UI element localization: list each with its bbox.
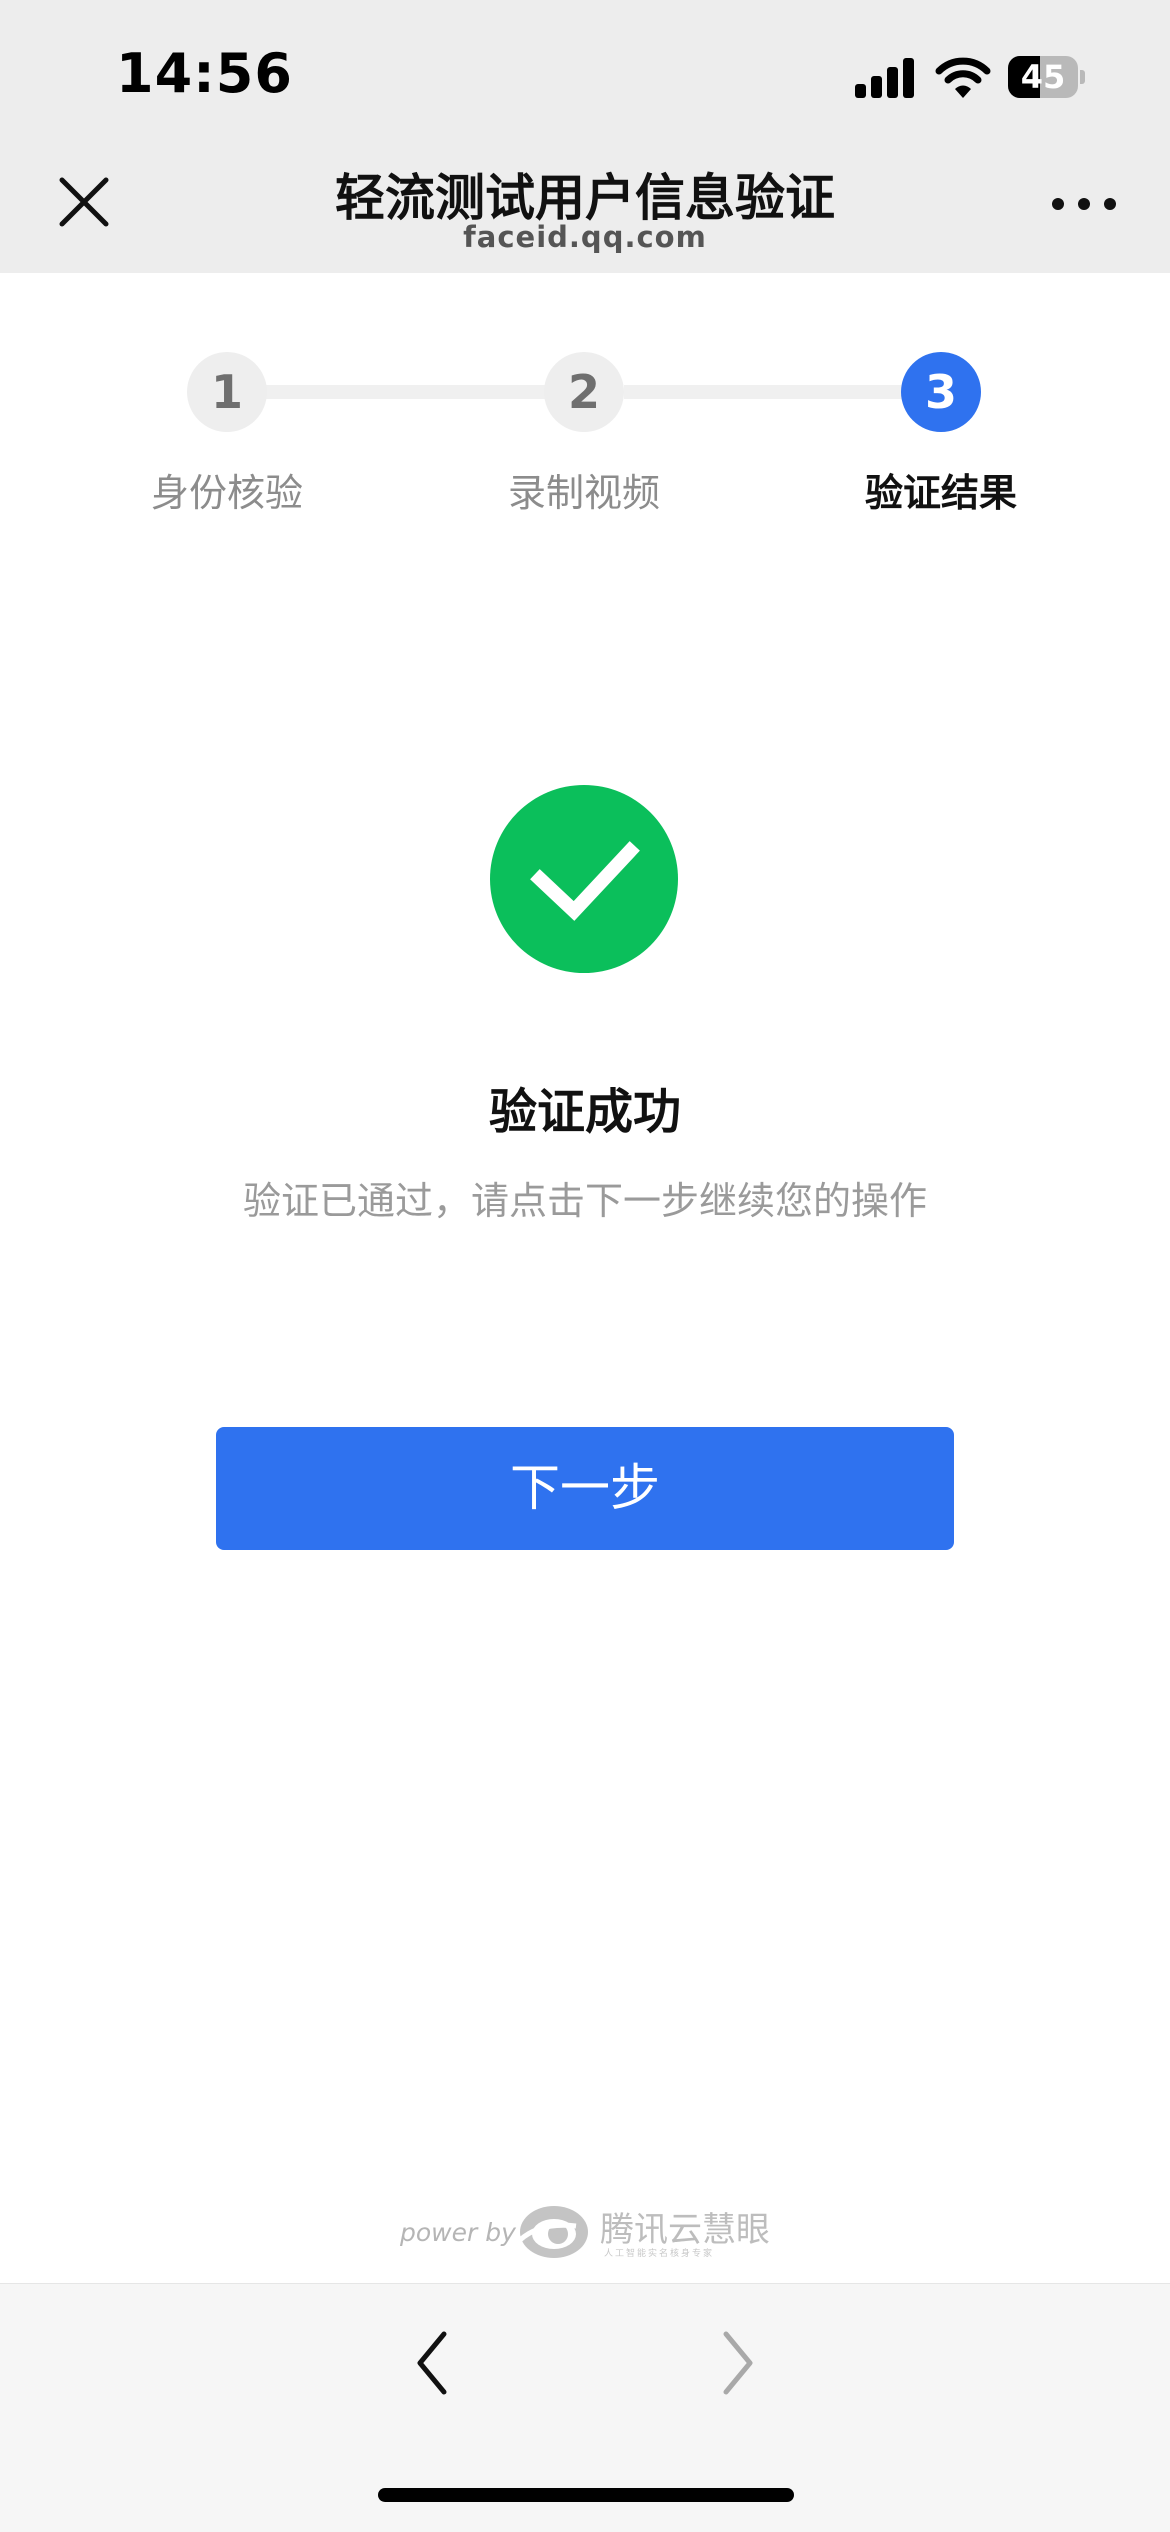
brand-name: 腾讯云慧眼 (600, 2210, 770, 2250)
top-bar: 14:56 45 轻流测试用户信息验证 faceid.qq.com (0, 0, 1170, 273)
result-description: 验证已通过，请点击下一步继续您的操作 (242, 1179, 927, 1223)
step-3-label: 验证结果 (864, 471, 1017, 515)
chevron-right-icon[interactable] (710, 2326, 764, 2400)
next-step-button[interactable]: 下一步 (216, 1427, 954, 1550)
brand-logo-icon (518, 2206, 588, 2258)
close-icon[interactable] (52, 170, 116, 234)
step-1-number: 1 (187, 352, 267, 432)
status-time: 14:56 (116, 42, 293, 105)
power-by-text: power by (400, 2218, 516, 2247)
brand-footer: power by 腾讯云慧眼 人工智能实名核身专家 (400, 2200, 780, 2264)
check-circle-icon (490, 785, 678, 973)
step-2-label: 录制视频 (507, 471, 660, 515)
more-icon[interactable] (1052, 196, 1116, 214)
brand-tagline: 人工智能实名核身专家 (604, 2249, 715, 2259)
wifi-icon (935, 57, 991, 98)
step-connector (624, 385, 916, 399)
signal-icon (855, 58, 915, 98)
step-connector (226, 385, 588, 399)
battery-level: 45 (1020, 58, 1066, 96)
battery-icon: 45 (1008, 56, 1085, 98)
step-1-label: 身份核验 (150, 471, 303, 515)
step-2-number: 2 (544, 352, 624, 432)
home-indicator[interactable] (378, 2488, 794, 2502)
chevron-left-icon[interactable] (406, 2326, 460, 2400)
step-3-number: 3 (901, 352, 981, 432)
result-title: 验证成功 (488, 1084, 681, 1140)
page-domain: faceid.qq.com (463, 220, 707, 254)
